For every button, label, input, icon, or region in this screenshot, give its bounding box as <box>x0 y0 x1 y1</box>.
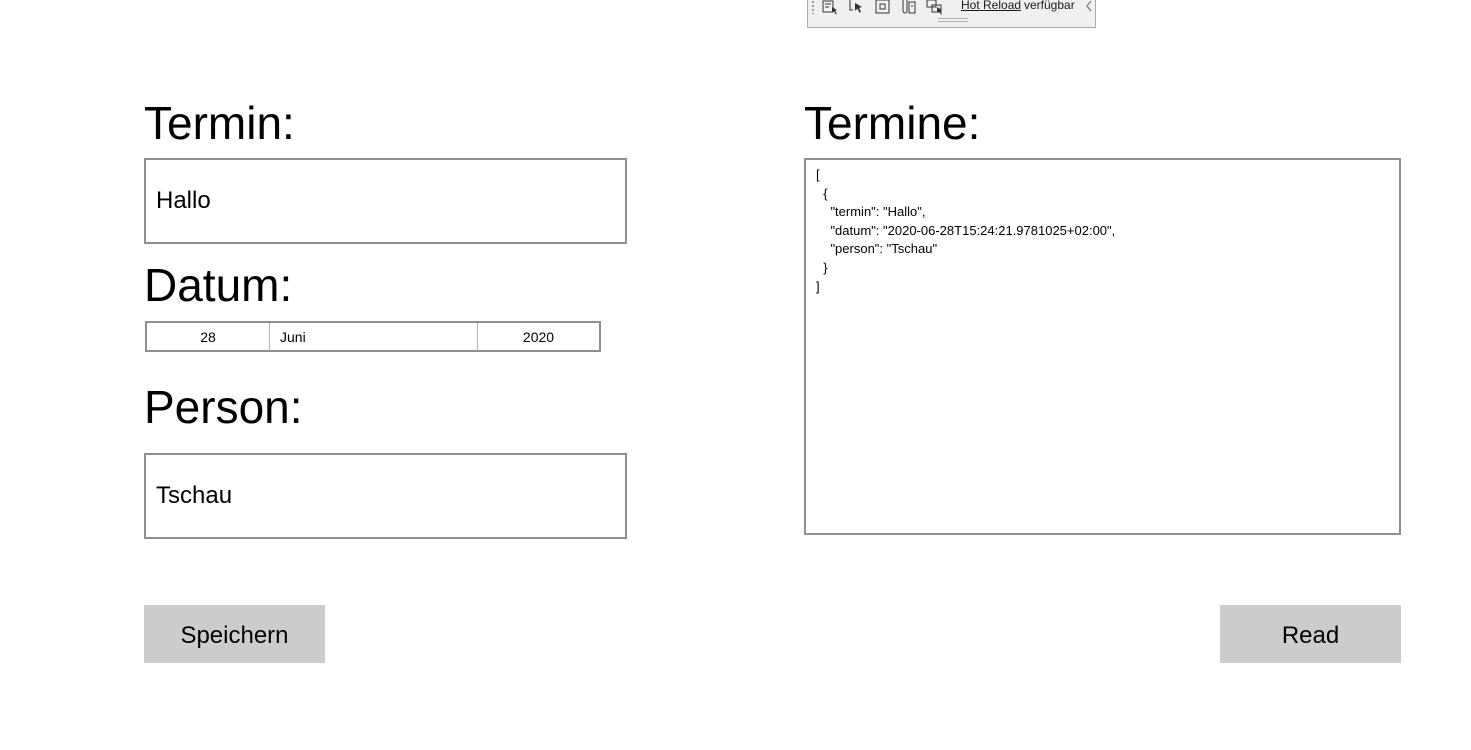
app-window: Hot Reload verfügbar Termin: Datum: 28 J… <box>0 0 1471 750</box>
binding-failures-icon[interactable] <box>925 0 945 16</box>
toolbar-grip-icon[interactable] <box>811 0 815 14</box>
datum-label: Datum: <box>144 259 293 311</box>
date-picker-day[interactable]: 28 <box>147 323 270 350</box>
date-picker-month[interactable]: Juni <box>270 323 478 350</box>
termin-input[interactable] <box>144 158 627 244</box>
select-element-icon[interactable] <box>846 0 866 16</box>
date-picker-year[interactable]: 2020 <box>478 323 599 350</box>
read-button[interactable]: Read <box>1220 605 1401 663</box>
termine-label: Termine: <box>804 97 981 149</box>
hot-reload-link[interactable]: Hot Reload <box>961 0 1021 12</box>
termine-json-output[interactable]: [ { "termin": "Hallo", "datum": "2020-06… <box>804 158 1401 535</box>
person-label: Person: <box>144 381 303 433</box>
track-focus-icon[interactable] <box>899 0 919 16</box>
termin-label: Termin: <box>144 97 295 149</box>
speichern-button[interactable]: Speichern <box>144 605 325 663</box>
hot-reload-status: verfügbar <box>1024 0 1075 12</box>
element-tree-icon[interactable] <box>820 0 840 16</box>
xaml-debug-toolbar: Hot Reload verfügbar <box>807 0 1096 28</box>
datum-date-picker[interactable]: 28 Juni 2020 <box>145 321 601 352</box>
person-input[interactable] <box>144 453 627 539</box>
toolbar-resize-handle[interactable] <box>938 18 968 22</box>
chevron-left-icon[interactable] <box>1084 0 1094 13</box>
display-layout-adorners-icon[interactable] <box>873 0 893 16</box>
